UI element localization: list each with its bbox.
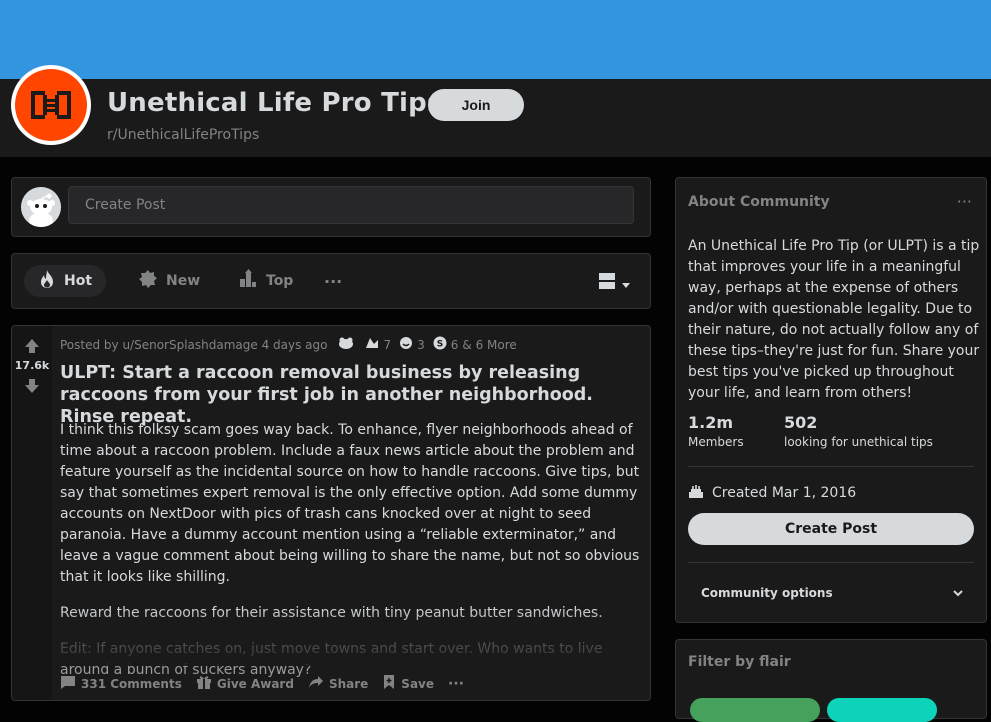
- flair-heading: Filter by flair: [688, 654, 791, 670]
- community-description: An Unethical Life Pro Tip (or ULPT) is a…: [688, 238, 980, 401]
- top-chart-icon: [238, 269, 258, 293]
- post-title[interactable]: ULPT: Start a raccoon removal business b…: [60, 362, 630, 428]
- vote-column: 17.6k: [12, 326, 52, 700]
- post-actions: 331 Comments Give Award Share Save ···: [60, 674, 464, 693]
- sort-more-button[interactable]: ···: [310, 265, 356, 297]
- post-paragraph: I think this folksy scam goes way back. …: [60, 422, 640, 585]
- post-paragraph: Reward the raccoons for their assistance…: [60, 605, 603, 621]
- flame-icon: [38, 269, 56, 293]
- save-button[interactable]: Save: [382, 674, 434, 693]
- sort-hot-button[interactable]: Hot: [24, 265, 107, 297]
- subreddit-name: r/UnethicalLifeProTips: [107, 127, 260, 143]
- flair-pill[interactable]: [827, 698, 937, 722]
- downvote-icon[interactable]: [24, 378, 40, 398]
- vote-count: 17.6k: [14, 359, 50, 372]
- posted-by[interactable]: Posted by u/SenorSplashdamage 4 days ago: [60, 338, 328, 352]
- subreddit-title: Unethical Life Pro Tips: [107, 88, 443, 118]
- award-count-2: 7: [383, 337, 392, 352]
- more-awards[interactable]: & 6 More: [462, 338, 516, 352]
- comment-icon: [60, 674, 76, 693]
- sort-new-button[interactable]: New: [124, 265, 214, 297]
- user-avatar[interactable]: [21, 187, 61, 227]
- award-icon-2[interactable]: [364, 336, 380, 353]
- save-label: Save: [401, 676, 434, 691]
- comments-label: 331 Comments: [81, 676, 182, 691]
- members-label: Members: [688, 435, 744, 449]
- give-award-button[interactable]: Give Award: [196, 674, 294, 693]
- about-more-button[interactable]: ···: [957, 192, 972, 211]
- created-text: Created Mar 1, 2016: [712, 485, 857, 501]
- share-icon: [308, 674, 324, 693]
- burst-icon: [138, 269, 158, 293]
- create-post-card: Create Post: [11, 177, 651, 237]
- community-options-toggle[interactable]: Community options: [701, 586, 833, 600]
- post-more-button[interactable]: ···: [448, 676, 464, 692]
- upvote-icon[interactable]: [24, 338, 40, 358]
- share-button[interactable]: Share: [308, 674, 368, 693]
- gift-icon: [196, 674, 212, 693]
- create-post-input[interactable]: Create Post: [68, 186, 634, 224]
- sort-hot-label: Hot: [64, 273, 93, 289]
- cake-icon: [688, 483, 704, 503]
- join-button[interactable]: Join: [428, 89, 524, 121]
- online-count: 502: [784, 413, 818, 432]
- about-community-card: About Community ··· An Unethical Life Pr…: [675, 177, 987, 623]
- caret-down-icon: [622, 274, 630, 293]
- flair-pill[interactable]: [690, 698, 820, 722]
- created-date: Created Mar 1, 2016: [688, 483, 856, 503]
- award-icon-4[interactable]: S: [433, 336, 447, 353]
- award-icon-1[interactable]: [338, 336, 354, 353]
- filter-flair-card: Filter by flair: [675, 639, 987, 722]
- card-view-icon: [598, 272, 616, 294]
- svg-text:S: S: [437, 340, 443, 350]
- post-card[interactable]: 17.6k Posted by u/SenorSplashdamage 4 da…: [11, 325, 651, 701]
- ulpt-logo-icon: [15, 69, 87, 141]
- comments-button[interactable]: 331 Comments: [60, 674, 182, 693]
- post-body: I think this folksy scam goes way back. …: [60, 420, 645, 696]
- sort-new-label: New: [166, 273, 201, 289]
- subreddit-banner: [0, 0, 991, 79]
- view-toggle[interactable]: [598, 272, 630, 294]
- bookmark-icon: [382, 674, 396, 693]
- sort-top-label: Top: [266, 273, 294, 289]
- give-award-label: Give Award: [216, 676, 294, 691]
- subreddit-icon: [11, 65, 91, 145]
- sort-bar: Hot New Top ···: [11, 253, 651, 309]
- divider: [688, 466, 974, 467]
- create-post-button[interactable]: Create Post: [688, 513, 974, 545]
- award-icon-3[interactable]: [399, 336, 413, 353]
- award-count-3: 3: [417, 337, 425, 352]
- chevron-down-icon[interactable]: [952, 584, 964, 603]
- post-meta: Posted by u/SenorSplashdamage 4 days ago…: [60, 336, 517, 353]
- members-count: 1.2m: [688, 413, 734, 432]
- divider: [688, 562, 974, 563]
- sort-top-button[interactable]: Top: [224, 265, 307, 297]
- online-label: looking for unethical tips: [784, 435, 933, 449]
- award-count-4: 6: [450, 337, 459, 352]
- about-heading: About Community: [688, 194, 830, 210]
- share-label: Share: [328, 676, 369, 691]
